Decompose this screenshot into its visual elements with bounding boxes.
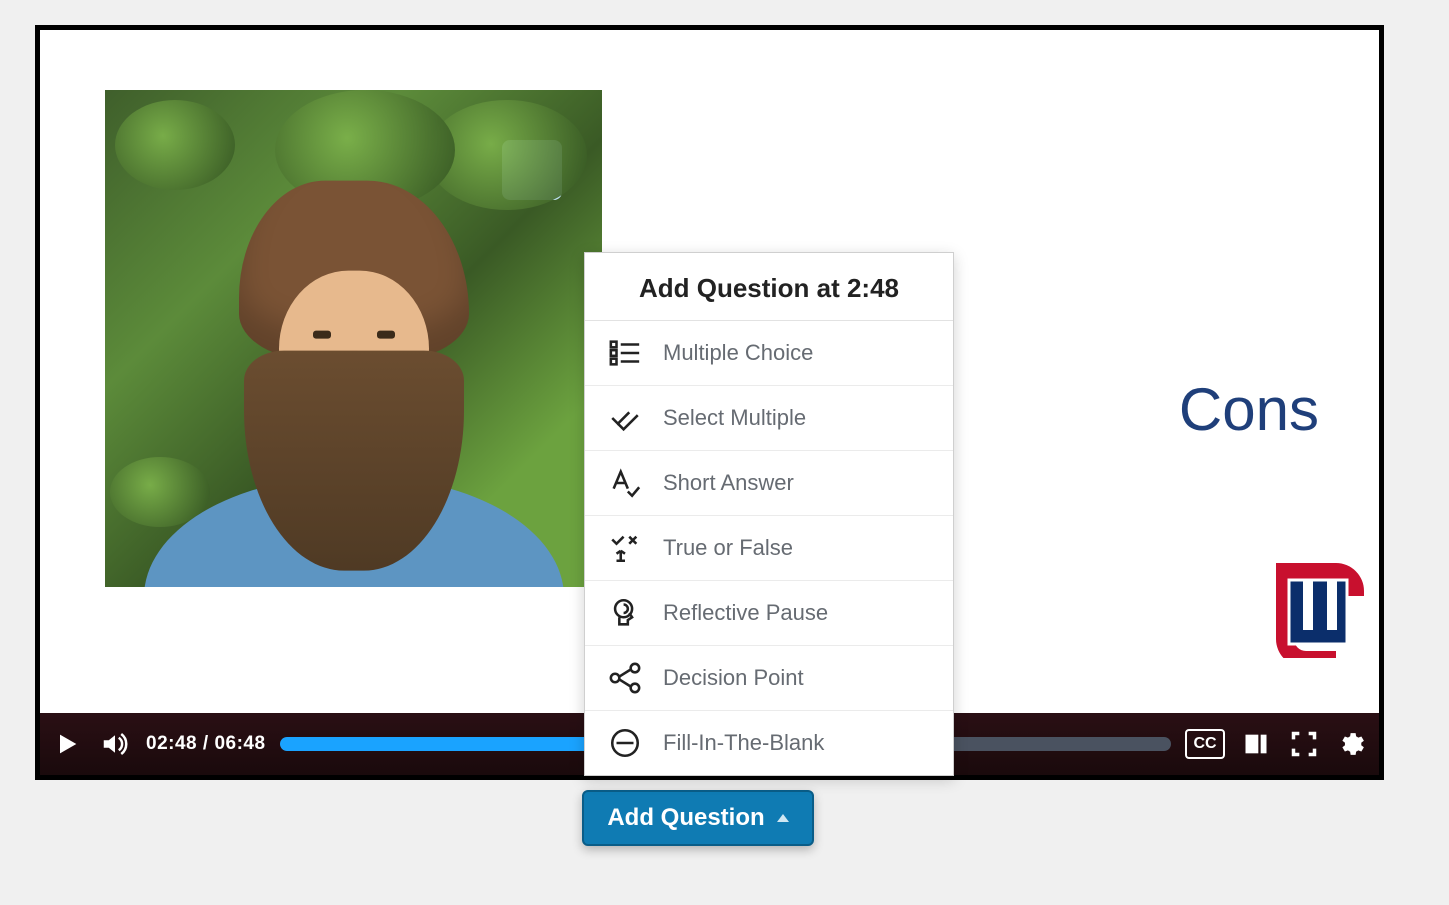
time-display: 02:48 / 06:48 [146, 733, 266, 755]
add-question-button[interactable]: Add Question [582, 790, 814, 846]
menu-item-decision-point[interactable]: Decision Point [585, 646, 953, 711]
play-button[interactable] [50, 727, 84, 761]
caret-up-icon [777, 814, 789, 822]
menu-item-label: Short Answer [663, 470, 794, 496]
multiple-choice-icon [607, 335, 643, 371]
volume-button[interactable] [98, 727, 132, 761]
fill-blank-icon [607, 725, 643, 761]
settings-button[interactable] [1335, 727, 1369, 761]
menu-item-multiple-choice[interactable]: Multiple Choice [585, 321, 953, 386]
menu-item-label: Decision Point [663, 665, 804, 691]
current-time: 02:48 [146, 733, 197, 754]
captions-button[interactable]: CC [1185, 729, 1225, 759]
add-question-menu-title: Add Question at 2:48 [585, 253, 953, 321]
true-false-icon [607, 530, 643, 566]
fullscreen-button[interactable] [1287, 727, 1321, 761]
menu-item-short-answer[interactable]: Short Answer [585, 451, 953, 516]
reflective-pause-icon [607, 595, 643, 631]
add-question-label: Add Question [607, 804, 764, 832]
add-question-menu: Add Question at 2:48 Multiple Choice Sel… [584, 252, 954, 776]
menu-item-label: Reflective Pause [663, 600, 828, 626]
menu-item-label: Select Multiple [663, 405, 806, 431]
slide-title-fragment: Cons [1179, 375, 1319, 444]
menu-item-true-false[interactable]: True or False [585, 516, 953, 581]
sidebar-toggle-button[interactable] [1239, 727, 1273, 761]
select-multiple-icon [607, 400, 643, 436]
presenter-pip [105, 90, 602, 587]
total-time: 06:48 [214, 733, 265, 754]
menu-item-select-multiple[interactable]: Select Multiple [585, 386, 953, 451]
menu-item-label: Fill-In-The-Blank [663, 730, 824, 756]
menu-item-label: True or False [663, 535, 793, 561]
decision-point-icon [607, 660, 643, 696]
menu-item-reflective-pause[interactable]: Reflective Pause [585, 581, 953, 646]
menu-item-fill-blank[interactable]: Fill-In-The-Blank [585, 711, 953, 775]
udm-logo [1261, 558, 1371, 658]
menu-item-label: Multiple Choice [663, 340, 813, 366]
short-answer-icon [607, 465, 643, 501]
